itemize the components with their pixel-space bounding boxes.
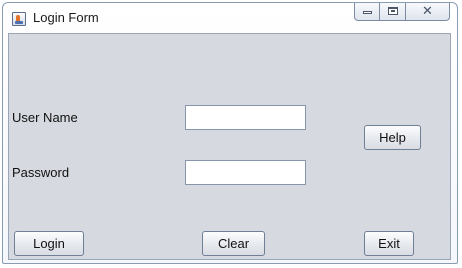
password-input[interactable] <box>185 160 306 185</box>
maximize-icon <box>388 7 398 15</box>
username-input[interactable] <box>185 105 306 130</box>
close-button[interactable]: ✕ <box>406 3 450 21</box>
clear-button[interactable]: Clear <box>202 231 265 256</box>
exit-button[interactable]: Exit <box>364 231 414 256</box>
help-button[interactable]: Help <box>364 125 421 150</box>
java-cup-icon <box>12 12 26 26</box>
minimize-icon <box>363 11 372 14</box>
minimize-button[interactable] <box>354 3 380 21</box>
window-title: Login Form <box>33 10 99 25</box>
login-button[interactable]: Login <box>14 231 84 256</box>
maximize-button[interactable] <box>380 3 406 21</box>
title-bar[interactable]: Login Form ✕ <box>3 3 457 33</box>
form-panel: User Name Password Help Login Clear Exit <box>8 33 451 260</box>
login-form-window: Login Form ✕ User Name Password Help Log… <box>2 2 458 264</box>
close-icon: ✕ <box>422 3 433 18</box>
password-label: Password <box>12 165 70 180</box>
username-label: User Name <box>12 110 78 125</box>
window-controls: ✕ <box>354 3 450 22</box>
